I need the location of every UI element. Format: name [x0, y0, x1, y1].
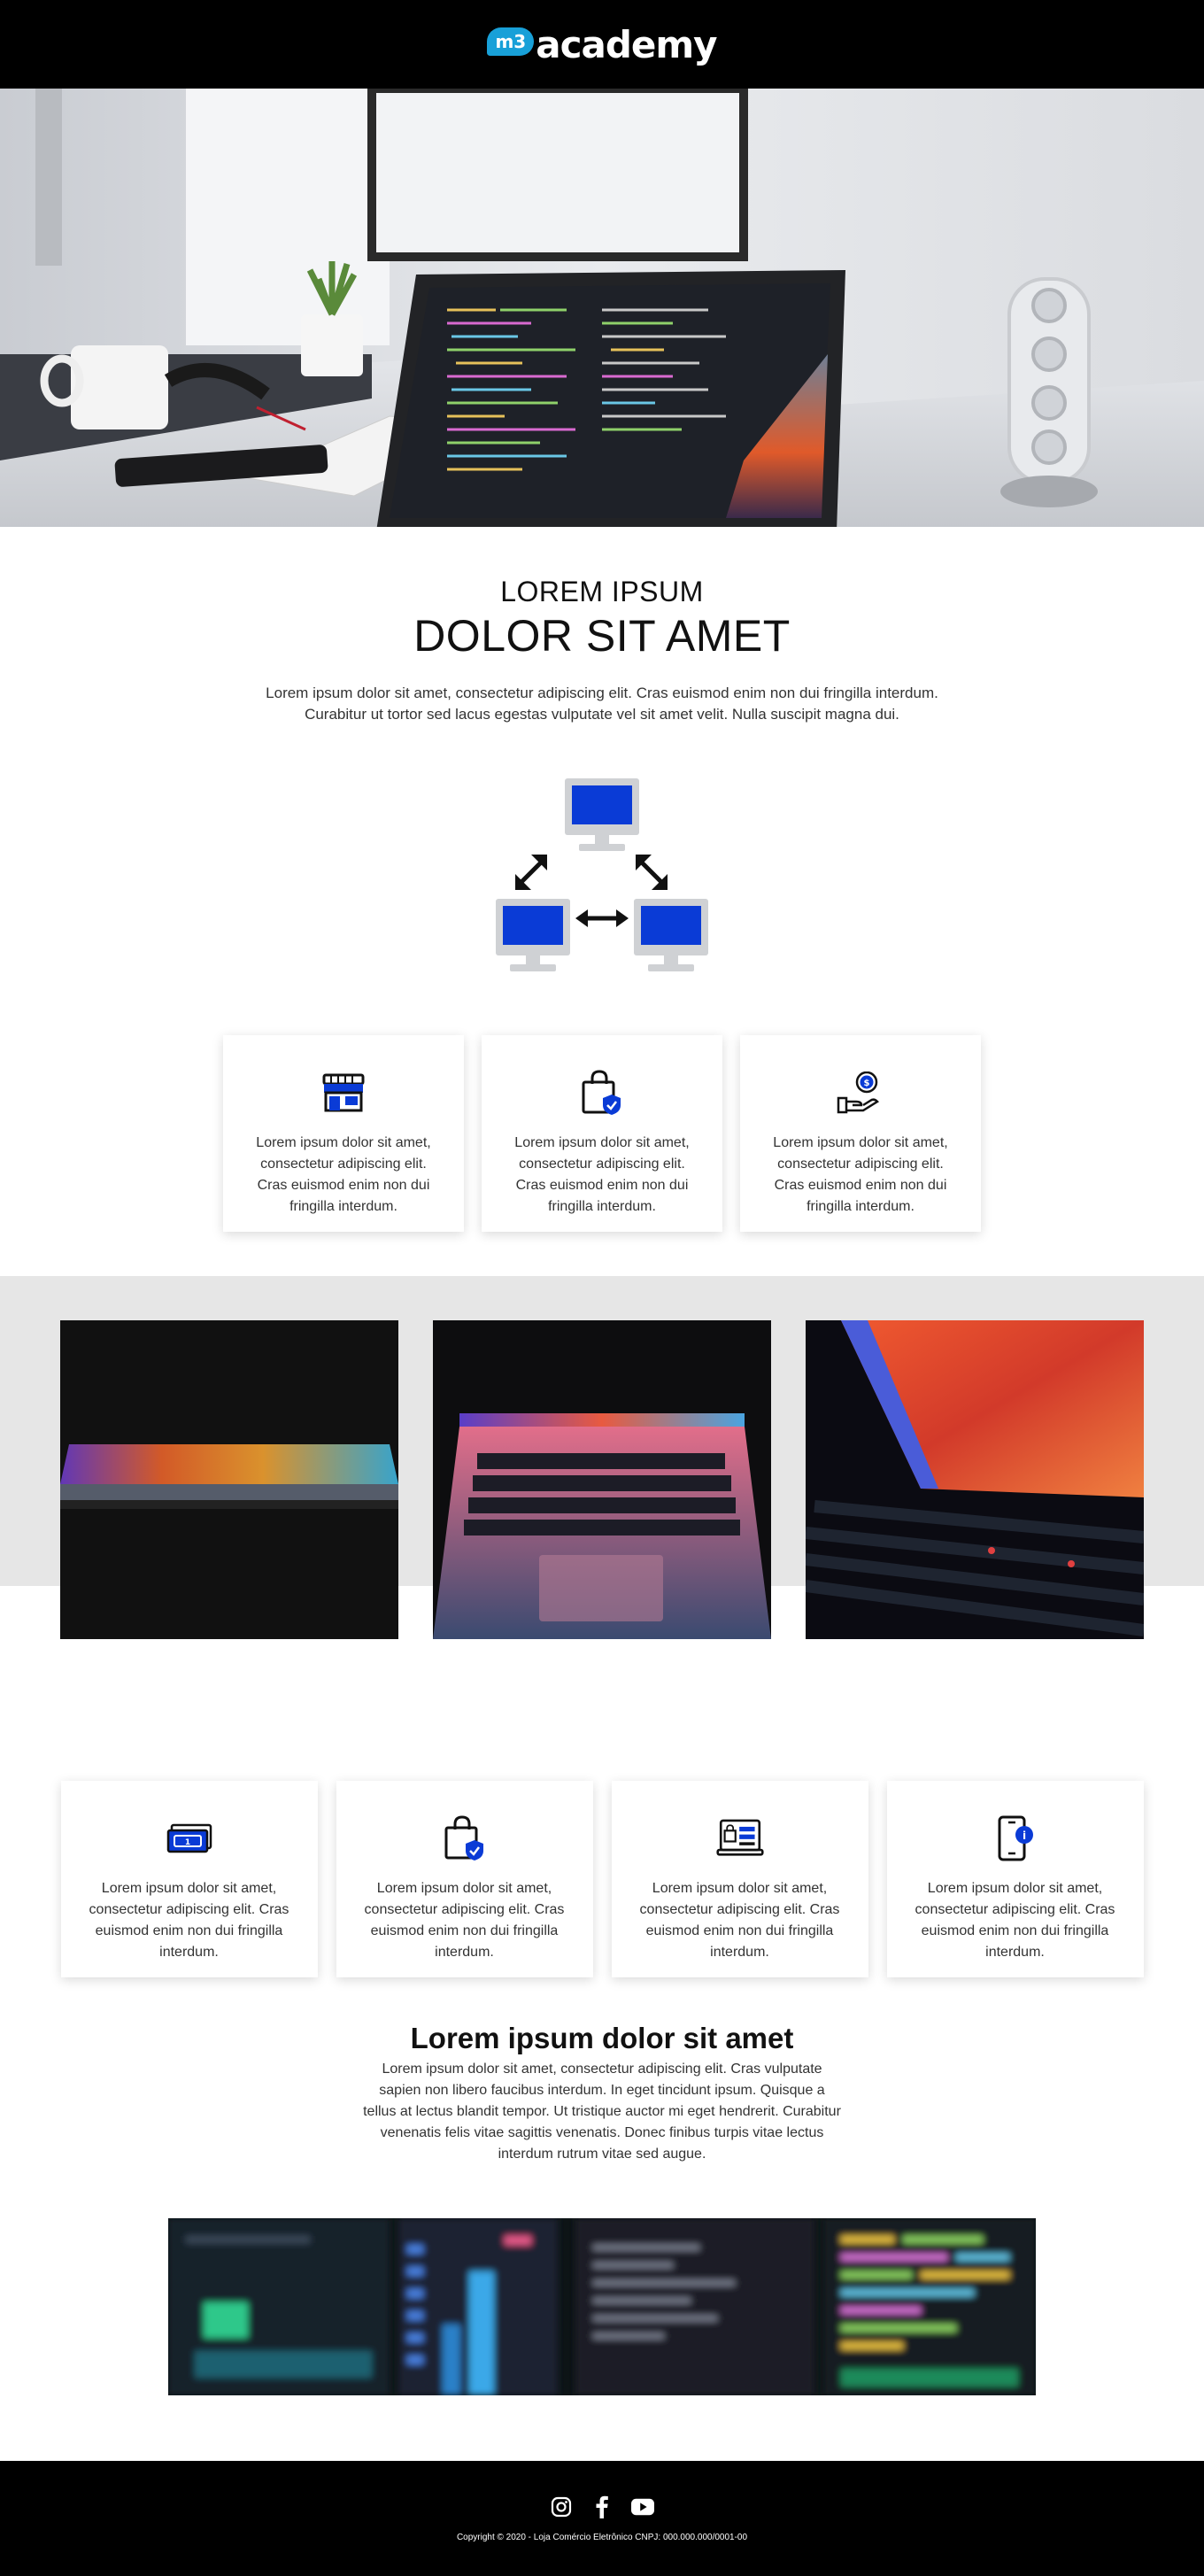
- feature-card-text: Lorem ipsum dolor sit amet, consectetur …: [773, 1135, 948, 1214]
- social-links: [550, 2495, 654, 2518]
- site-header: m3 academy: [0, 0, 1204, 89]
- feature-card: Lorem ipsum dolor sit amet, consectetur …: [611, 1781, 868, 1977]
- code-banner-image: [168, 2218, 1036, 2395]
- intro-kicker: LOREM IPSUM: [500, 576, 704, 607]
- logo[interactable]: m3 academy: [487, 22, 718, 66]
- feature-card: Lorem ipsum dolor sit amet, consectetur …: [223, 1035, 464, 1232]
- logo-text: academy: [536, 22, 717, 66]
- intro-section: LOREM IPSUM DOLOR SIT AMET Lorem ipsum d…: [0, 527, 1204, 725]
- feature-card: Lorem ipsum dolor sit amet, consectetur …: [336, 1781, 593, 1977]
- gallery-section: [0, 1276, 1204, 1639]
- svg-text:$: $: [864, 1079, 870, 1088]
- copyright-text: Copyright © 2020 - Loja Comércio Eletrôn…: [456, 2532, 748, 2542]
- feature-card-text: Lorem ipsum dolor sit amet, consectetur …: [256, 1135, 431, 1214]
- features-bottom: 1 Lorem ipsum dolor sit amet, consectetu…: [0, 1781, 1204, 1977]
- logo-badge: m3: [487, 27, 535, 56]
- instagram-icon[interactable]: [550, 2495, 573, 2518]
- laptop-photo[interactable]: [433, 1320, 771, 1639]
- laptop-photo[interactable]: [60, 1320, 398, 1639]
- feature-card: $ Lorem ipsum dolor sit amet, consectetu…: [740, 1035, 981, 1232]
- network-computers-icon: [496, 778, 708, 971]
- site-footer: Copyright © 2020 - Loja Comércio Eletrôn…: [0, 2461, 1204, 2576]
- feature-card-text: Lorem ipsum dolor sit amet, consectetur …: [514, 1135, 690, 1214]
- article-title: Lorem ipsum dolor sit amet: [410, 2022, 794, 2054]
- secure-shopping-bag-icon: [441, 1814, 489, 1862]
- feature-card: i Lorem ipsum dolor sit amet, consectetu…: [886, 1781, 1144, 1977]
- secure-shopping-bag-icon: [578, 1069, 626, 1117]
- article-section: Lorem ipsum dolor sit amet Lorem ipsum d…: [0, 2022, 1204, 2165]
- svg-text:1: 1: [184, 1838, 189, 1847]
- feature-card: 1 Lorem ipsum dolor sit amet, consectetu…: [60, 1781, 318, 1977]
- feature-card-text: Lorem ipsum dolor sit amet, consectetur …: [89, 1881, 289, 1960]
- photo-gallery: [60, 1320, 1144, 1639]
- feature-card-text: Lorem ipsum dolor sit amet, consectetur …: [915, 1881, 1115, 1960]
- storefront-icon: [320, 1069, 367, 1117]
- youtube-icon[interactable]: [631, 2495, 654, 2518]
- laptop-photo[interactable]: [806, 1320, 1144, 1639]
- online-store-laptop-icon: [715, 1814, 764, 1862]
- intro-text: Lorem ipsum dolor sit amet, consectetur …: [266, 685, 938, 723]
- features-top: Lorem ipsum dolor sit amet, consectetur …: [0, 1035, 1204, 1232]
- mobile-info-icon: i: [992, 1814, 1039, 1862]
- article-text: Lorem ipsum dolor sit amet, consectetur …: [363, 2062, 841, 2162]
- cash-icon: 1: [166, 1814, 213, 1862]
- hero-image: [0, 89, 1204, 527]
- feature-card-text: Lorem ipsum dolor sit amet, consectetur …: [639, 1881, 840, 1960]
- facebook-icon[interactable]: [590, 2495, 614, 2518]
- intro-title: DOLOR SIT AMET: [413, 611, 791, 661]
- hand-coin-icon: $: [837, 1069, 884, 1117]
- feature-card: Lorem ipsum dolor sit amet, consectetur …: [482, 1035, 722, 1232]
- svg-text:i: i: [1022, 1830, 1025, 1842]
- feature-card-text: Lorem ipsum dolor sit amet, consectetur …: [364, 1881, 565, 1960]
- hero-desk-laptop-illustration: [0, 89, 1204, 527]
